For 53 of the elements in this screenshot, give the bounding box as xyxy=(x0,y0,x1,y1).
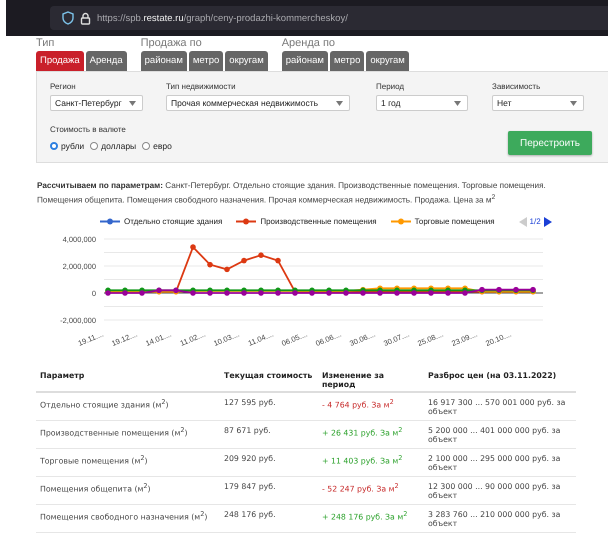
radio-button[interactable] xyxy=(50,142,58,150)
page-indicator: 1/2 xyxy=(530,217,541,226)
caret-icon xyxy=(454,100,461,106)
point xyxy=(241,290,247,296)
radio-label[interactable]: евро xyxy=(153,141,172,151)
point xyxy=(224,290,230,296)
point xyxy=(275,258,281,264)
tab-group-title: Аренда по xyxy=(282,37,336,50)
tab[interactable]: районам xyxy=(140,51,187,71)
dropdown[interactable]: 1 год xyxy=(376,95,468,111)
tab[interactable]: округам xyxy=(366,51,409,71)
field-label: Стоимость в валюте xyxy=(50,125,126,134)
caret-icon xyxy=(336,100,343,106)
point xyxy=(207,290,213,296)
point xyxy=(241,258,247,264)
legend-label: Производственные помещения xyxy=(260,217,377,226)
parameters-text: Рассчитываем по параметрам: Санкт-Петербург. Отдельно стоящие здания. Производственные помещения. Торговые помещения. Помещения общепита. Помещения свободного назначения. Прочая коммерческая недвижимость. Продажа. Цена за м$^{2}$ xyxy=(37,180,547,206)
point xyxy=(207,262,213,268)
legend-label: Отдельно стоящие здания xyxy=(124,217,222,226)
tab[interactable]: округам xyxy=(225,51,268,71)
rebuild-button[interactable]: Перестроить xyxy=(508,131,592,155)
address-bar[interactable]: https://spb.restate.ru/graph/ceny-prodazhi-kommercheskoy/ xyxy=(50,6,608,30)
field-label: Регион xyxy=(50,82,77,92)
shield-icon xyxy=(62,11,74,25)
point xyxy=(258,252,264,258)
field-label: Тип недвижимости xyxy=(166,82,237,92)
tab-group-title: Тип xyxy=(36,37,56,50)
lock-icon xyxy=(80,12,91,24)
tab[interactable]: Продажа xyxy=(36,51,84,71)
legend-label: Торговые помещения xyxy=(414,217,495,226)
radio-button[interactable] xyxy=(142,142,150,150)
caret-icon xyxy=(129,100,136,106)
tab-group-title: Продажа по xyxy=(140,37,203,50)
tab[interactable]: Аренда xyxy=(86,51,127,71)
point xyxy=(224,266,230,272)
field-label: Зависимость xyxy=(492,82,542,92)
dropdown[interactable]: Нет xyxy=(492,95,584,111)
caret-icon xyxy=(570,100,577,106)
dropdown[interactable]: Санкт-Петербург xyxy=(50,95,143,111)
tab[interactable]: метро xyxy=(188,51,224,71)
field-label: Период xyxy=(376,82,406,92)
point xyxy=(258,290,264,296)
radio-label[interactable]: доллары xyxy=(101,141,136,151)
url-text: https://spb.restate.ru/graph/ceny-prodazhi-kommercheskoy/ xyxy=(97,12,348,24)
tab[interactable]: районам xyxy=(282,51,328,71)
point xyxy=(190,290,196,296)
point xyxy=(190,244,196,250)
next-icon[interactable] xyxy=(544,216,552,227)
point xyxy=(275,290,281,296)
dropdown[interactable]: Прочая коммерческая недвижимость xyxy=(166,95,350,111)
radio-button[interactable] xyxy=(90,142,98,150)
tab[interactable]: метро xyxy=(330,51,364,71)
radio-label[interactable]: рубли xyxy=(61,141,84,151)
